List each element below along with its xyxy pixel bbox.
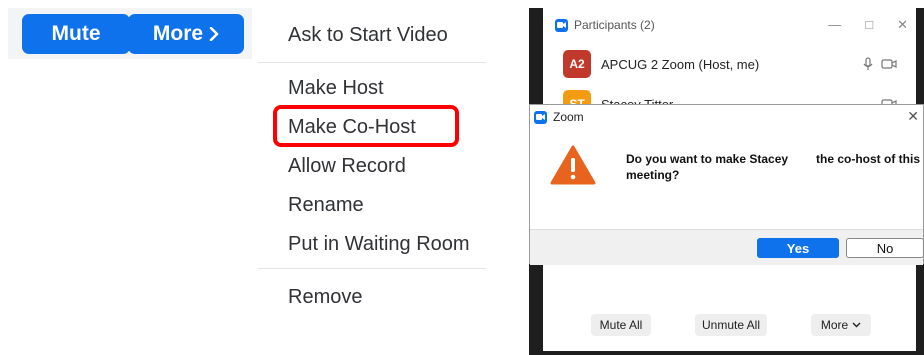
close-icon[interactable]: ✕ (897, 17, 908, 33)
meeting-controls: Mute More (8, 8, 252, 59)
message-part: the co-host of this (816, 152, 920, 166)
unmute-all-button[interactable]: Unmute All (695, 314, 767, 336)
menu-divider (258, 62, 486, 63)
mute-button[interactable]: Mute (22, 14, 130, 54)
dialog-footer: Yes No (530, 229, 924, 265)
participants-titlebar: Participants (2) — □ ✕ (543, 8, 916, 42)
highlight-box (273, 105, 459, 147)
participant-status-icons (863, 57, 897, 71)
more-button[interactable]: More (128, 14, 244, 54)
avatar: A2 (563, 50, 591, 78)
zoom-screenshot: Participants (2) — □ ✕ A2 APCUG 2 Zoom (… (529, 8, 924, 355)
dialog-title: Zoom (553, 110, 584, 124)
menu-item-rename[interactable]: Rename (288, 194, 364, 217)
chevron-right-icon (209, 27, 219, 41)
yes-button[interactable]: Yes (757, 238, 839, 258)
message-part: Do you want to make Stacey (626, 152, 789, 166)
no-button[interactable]: No (846, 238, 924, 258)
menu-divider (258, 268, 486, 269)
video-camera-icon[interactable] (881, 58, 897, 70)
mute-all-button[interactable]: Mute All (591, 314, 651, 336)
microphone-icon[interactable] (863, 57, 873, 71)
close-icon[interactable]: ✕ (907, 108, 919, 125)
maximize-icon[interactable]: □ (865, 17, 873, 33)
mute-label: Mute (51, 22, 101, 45)
more-label: More (152, 22, 204, 45)
minimize-icon[interactable]: — (828, 17, 841, 33)
participant-row[interactable]: A2 APCUG 2 Zoom (Host, me) (563, 46, 913, 82)
menu-item-allow-record[interactable]: Allow Record (288, 155, 406, 178)
chevron-down-icon (852, 322, 861, 328)
menu-item-remove[interactable]: Remove (288, 286, 362, 309)
window-controls: — □ ✕ (828, 17, 908, 33)
participant-context-menu: Ask to Start Video Make Host Make Co-Hos… (258, 0, 488, 330)
menu-item-put-in-waiting-room[interactable]: Put in Waiting Room (288, 233, 470, 256)
zoom-logo-icon (555, 18, 568, 32)
message-part: meeting? (626, 168, 680, 182)
dialog-message: Do you want to make Stacey the co-host o… (626, 151, 922, 183)
zoom-logo-icon (534, 110, 547, 124)
menu-item-ask-to-start-video[interactable]: Ask to Start Video (288, 24, 448, 47)
participants-title: Participants (2) (574, 18, 655, 32)
dialog-titlebar: Zoom ✕ (530, 105, 923, 129)
warning-icon (550, 145, 596, 185)
more-options-button[interactable]: More (811, 314, 871, 336)
participant-name: APCUG 2 Zoom (Host, me) (601, 56, 760, 72)
confirm-dialog: Zoom ✕ Do you want to make Stacey the co… (529, 104, 924, 265)
menu-item-make-host[interactable]: Make Host (288, 77, 384, 100)
